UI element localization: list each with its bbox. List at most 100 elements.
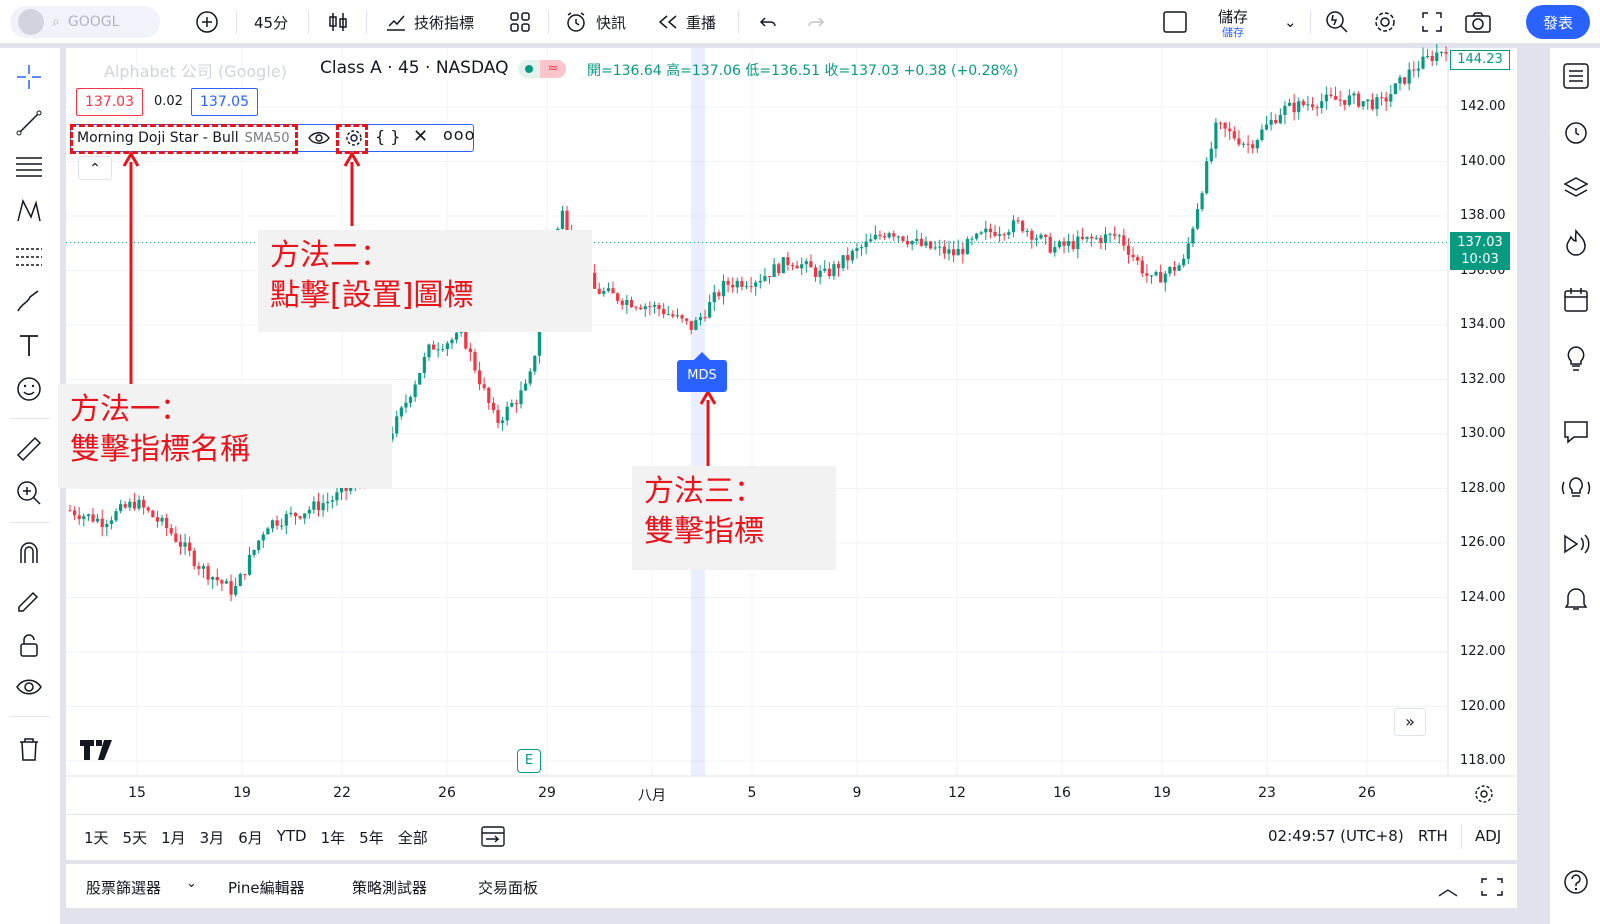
range-button[interactable]: 1月 bbox=[161, 827, 186, 848]
range-button[interactable]: YTD bbox=[277, 827, 307, 848]
maximize-panel-button[interactable] bbox=[1480, 876, 1504, 902]
session-button[interactable]: RTH bbox=[1418, 827, 1448, 845]
spread-value: 0.02 bbox=[154, 94, 183, 109]
lock-drawing-tool[interactable] bbox=[14, 584, 44, 614]
last-price-label: 137.03 10:03 bbox=[1450, 232, 1510, 270]
hotlist-button[interactable] bbox=[1560, 226, 1592, 258]
crosshair-tool[interactable] bbox=[14, 62, 44, 92]
alerts-button[interactable] bbox=[1560, 116, 1592, 148]
replay-button[interactable]: 重播 bbox=[656, 0, 716, 44]
remove-tool[interactable] bbox=[14, 734, 44, 764]
layout-toggle-button[interactable] bbox=[1162, 0, 1188, 44]
symbol-title[interactable]: Class A · 45 · NASDAQ bbox=[320, 58, 509, 78]
clock-timezone[interactable]: 02:49:57 (UTC+8) bbox=[1268, 827, 1404, 845]
visibility-button[interactable] bbox=[307, 127, 331, 153]
undo-button[interactable] bbox=[756, 0, 780, 44]
list-icon bbox=[1563, 63, 1589, 89]
brush-icon bbox=[17, 290, 39, 312]
source-code-button[interactable]: { } bbox=[375, 127, 400, 146]
fib-tool[interactable] bbox=[14, 152, 44, 182]
scroll-to-realtime-button[interactable]: » bbox=[1394, 708, 1426, 736]
text-icon bbox=[20, 335, 38, 356]
snapshot-button[interactable] bbox=[1464, 0, 1492, 44]
quick-search-button[interactable] bbox=[1324, 0, 1350, 44]
time-tick-label: 12 bbox=[948, 785, 966, 801]
range-button[interactable]: 3月 bbox=[200, 827, 225, 848]
object-tree-button[interactable] bbox=[1560, 172, 1592, 204]
axis-settings-button[interactable] bbox=[1472, 782, 1496, 810]
symbol-title-faded[interactable]: Alphabet 公司 (Google) bbox=[104, 58, 287, 82]
indicator-marker[interactable]: MDS bbox=[677, 360, 727, 392]
sound-button[interactable] bbox=[1560, 528, 1592, 560]
save-button[interactable]: 儲存 儲存 bbox=[1218, 0, 1248, 44]
undo-icon bbox=[759, 17, 776, 27]
tab-pine-editor[interactable]: Pine編輯器 bbox=[228, 877, 305, 898]
earnings-marker[interactable]: E bbox=[517, 749, 541, 773]
price-tick-label: 118.00 bbox=[1460, 753, 1506, 768]
range-button[interactable]: 5天 bbox=[123, 827, 148, 848]
magnet-tool[interactable] bbox=[14, 538, 44, 568]
tradingview-logo[interactable] bbox=[80, 738, 118, 766]
tab-strategy-tester[interactable]: 策略測試器 bbox=[352, 877, 427, 898]
notifications-button[interactable] bbox=[1560, 582, 1592, 614]
brush-tool[interactable] bbox=[14, 286, 44, 316]
redo-button[interactable] bbox=[804, 0, 828, 44]
calendar-goto-icon bbox=[481, 826, 505, 847]
symbol-search[interactable]: ⌕ GOOGL bbox=[10, 6, 160, 38]
avatar[interactable] bbox=[18, 9, 44, 35]
pencil-lock-icon bbox=[18, 591, 39, 612]
remove-indicator-button[interactable]: ✕ bbox=[413, 126, 428, 147]
chevron-up-icon[interactable]: ︿ bbox=[1438, 872, 1458, 901]
range-button[interactable]: 全部 bbox=[398, 827, 428, 848]
calendar-button[interactable] bbox=[1560, 284, 1592, 316]
chats-button[interactable] bbox=[1560, 416, 1592, 448]
alert-button[interactable]: 快訊 bbox=[564, 0, 626, 44]
pattern-tool[interactable] bbox=[14, 196, 44, 226]
fullscreen-icon bbox=[1422, 12, 1442, 32]
goto-date-button[interactable] bbox=[480, 823, 506, 853]
trendline-tool[interactable] bbox=[14, 108, 44, 138]
fullscreen-button[interactable] bbox=[1420, 0, 1444, 44]
lock-all-tool[interactable] bbox=[14, 630, 44, 660]
chart-type-button[interactable] bbox=[326, 0, 350, 44]
close-icon: ✕ bbox=[413, 126, 429, 147]
range-button[interactable]: 1天 bbox=[84, 827, 109, 848]
indicators-button[interactable]: 技術指標 bbox=[384, 0, 474, 44]
save-dropdown[interactable]: ⌄ bbox=[1284, 0, 1297, 44]
settings-button[interactable] bbox=[1372, 0, 1398, 44]
high-price-label: 144.23 bbox=[1450, 50, 1510, 70]
emoji-tool[interactable] bbox=[14, 374, 44, 404]
streams-button[interactable] bbox=[1560, 472, 1592, 504]
camera-icon bbox=[1465, 12, 1491, 33]
help-icon bbox=[1564, 870, 1588, 894]
watchlist-button[interactable] bbox=[1560, 60, 1592, 92]
interval-button[interactable]: 45分 bbox=[254, 0, 288, 44]
price-tick-label: 130.00 bbox=[1460, 426, 1506, 441]
ideas-button[interactable] bbox=[1560, 342, 1592, 374]
maximize-icon bbox=[1481, 878, 1503, 896]
compare-add-button[interactable] bbox=[195, 0, 219, 44]
price-tick-label: 126.00 bbox=[1460, 535, 1506, 550]
publish-button[interactable]: 發表 bbox=[1526, 5, 1590, 39]
more-button[interactable]: ooo bbox=[443, 125, 475, 144]
collapse-legend-button[interactable]: ⌃ bbox=[78, 156, 112, 180]
price-tick-label: 128.00 bbox=[1460, 480, 1506, 496]
buy-price-button[interactable]: 137.05 bbox=[191, 88, 258, 116]
text-tool[interactable] bbox=[14, 330, 44, 360]
zoom-tool[interactable] bbox=[14, 478, 44, 508]
market-status[interactable]: ≈ bbox=[518, 60, 566, 78]
layouts-button[interactable] bbox=[508, 0, 532, 44]
tab-trading-panel[interactable]: 交易面板 bbox=[478, 877, 538, 898]
range-button[interactable]: 1年 bbox=[321, 827, 346, 848]
range-button[interactable]: 5年 bbox=[359, 827, 384, 848]
sell-price-button[interactable]: 137.03 bbox=[76, 88, 143, 116]
help-button[interactable] bbox=[1560, 866, 1592, 898]
forecast-tool[interactable] bbox=[14, 242, 44, 272]
measure-tool[interactable] bbox=[14, 434, 44, 464]
adjust-button[interactable]: ADJ bbox=[1475, 827, 1501, 845]
hide-tool[interactable] bbox=[14, 672, 44, 702]
play-sound-icon bbox=[1564, 534, 1590, 554]
range-button[interactable]: 6月 bbox=[238, 827, 263, 848]
chevron-down-icon[interactable]: ⌄ bbox=[186, 876, 197, 891]
tab-screener[interactable]: 股票篩選器 bbox=[86, 877, 161, 898]
